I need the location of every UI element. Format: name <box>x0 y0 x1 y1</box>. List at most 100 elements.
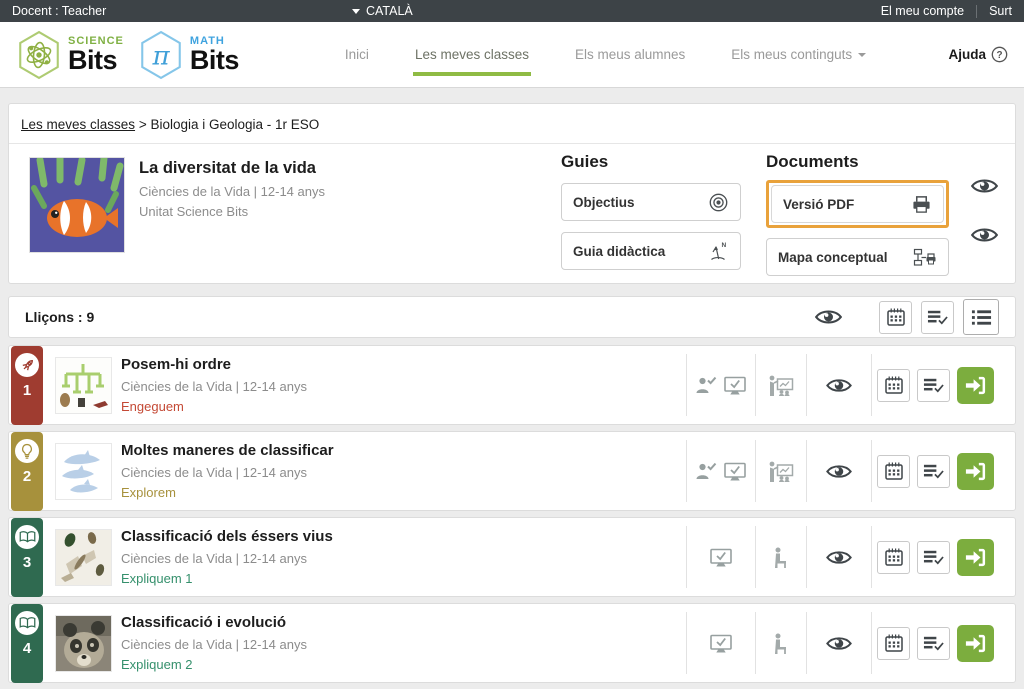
lesson-subject: Ciències de la Vida | 12-14 anys <box>121 379 307 394</box>
app-header: SCIENCE Bits π MATH Bits Inici Les meves… <box>0 22 1024 88</box>
enter-lesson-button[interactable] <box>957 367 994 404</box>
teaching-mode-column <box>755 518 806 596</box>
lesson-title[interactable]: Classificació i evolució <box>121 614 286 631</box>
svg-text:N: N <box>722 242 727 249</box>
lesson-thumbnail[interactable] <box>55 615 112 672</box>
my-account-link[interactable]: El meu compte <box>881 4 964 18</box>
unit-thumbnail[interactable] <box>29 157 125 253</box>
topbar-divider <box>976 5 977 18</box>
pdf-highlight-box: Versió PDF <box>766 180 949 228</box>
mapa-conceptual-button[interactable]: Mapa conceptual <box>766 238 949 276</box>
enter-arrow-icon <box>964 546 987 569</box>
assignment-status-column <box>686 518 755 596</box>
column-divider <box>871 612 872 674</box>
svg-text:?: ? <box>996 50 1002 61</box>
mapa-visibility-eye-icon[interactable] <box>971 226 998 244</box>
column-divider <box>871 354 872 416</box>
lesson-phase-label: Explorem <box>121 485 176 500</box>
lesson-tasks-button[interactable] <box>917 541 950 574</box>
versio-pdf-button[interactable]: Versió PDF <box>771 185 944 223</box>
schedule-lesson-button[interactable] <box>877 627 910 660</box>
svg-text:π: π <box>151 41 170 71</box>
lesson-visibility-eye-icon[interactable] <box>826 635 852 652</box>
lesson-visibility-eye-icon[interactable] <box>826 463 852 480</box>
list-check-icon <box>923 462 944 480</box>
lesson-visibility-column <box>806 518 871 596</box>
list-view-button[interactable] <box>963 299 999 335</box>
lesson-number: 3 <box>23 554 31 571</box>
lessons-visibility-eye-icon[interactable] <box>815 308 842 326</box>
lesson-tasks-button[interactable] <box>917 455 950 488</box>
lesson-thumbnail[interactable] <box>55 443 112 500</box>
lessons-list: 1 <box>8 345 1016 689</box>
math-bits-logo[interactable]: π MATH Bits <box>138 30 239 80</box>
teaching-mode-column <box>755 604 806 682</box>
lesson-title[interactable]: Classificació dels éssers vius <box>121 528 333 545</box>
nav-inici[interactable]: Inici <box>345 47 369 62</box>
lesson-actions-column <box>877 518 1013 596</box>
lesson-visibility-column <box>806 604 871 682</box>
nav-els-meus-continguts[interactable]: Els meus continguts <box>731 47 866 62</box>
compass-icon: N <box>709 241 729 262</box>
teacher-presentation-icon <box>767 461 794 482</box>
phase-badge <box>15 611 39 635</box>
tasks-view-button[interactable] <box>921 301 954 334</box>
concept-map-print-icon <box>913 248 937 267</box>
insect-collection-image <box>56 530 111 585</box>
documents-heading: Documents <box>766 152 949 172</box>
lesson-visibility-column <box>806 346 871 424</box>
lesson-phase-tab[interactable]: 4 <box>11 604 43 683</box>
objectius-button[interactable]: Objectius <box>561 183 741 221</box>
calendar-view-button[interactable] <box>879 301 912 334</box>
enter-lesson-button[interactable] <box>957 625 994 662</box>
lesson-phase-tab[interactable]: 2 <box>11 432 43 511</box>
logged-user-label: Docent : Teacher <box>12 4 106 18</box>
lesson-actions-column <box>877 432 1013 510</box>
help-circle-icon: ? <box>991 46 1008 63</box>
lesson-visibility-eye-icon[interactable] <box>826 549 852 566</box>
science-bits-logo[interactable]: SCIENCE Bits <box>16 30 124 80</box>
lesson-number: 2 <box>23 468 31 485</box>
logout-link[interactable]: Surt <box>989 4 1012 18</box>
lesson-row: 1 <box>8 345 1016 425</box>
lesson-tasks-button[interactable] <box>917 627 950 660</box>
guia-didactica-button[interactable]: Guia didàctica N <box>561 232 741 270</box>
calendar-icon <box>884 547 904 567</box>
mapa-wrap: Mapa conceptual <box>766 238 949 276</box>
enter-lesson-button[interactable] <box>957 539 994 576</box>
breadcrumb-classes-link[interactable]: Les meves classes <box>21 117 135 132</box>
student-check-icon <box>695 376 717 394</box>
lesson-thumbnail[interactable] <box>55 357 112 414</box>
screen-check-icon <box>709 548 733 567</box>
help-link[interactable]: Ajuda ? <box>948 46 1008 63</box>
lesson-row: 3 <box>8 517 1016 597</box>
bulleted-list-icon <box>971 308 992 327</box>
lesson-phase-tab[interactable]: 1 <box>11 346 43 425</box>
guides-heading: Guies <box>561 152 741 172</box>
science-logo-bits: Bits <box>68 47 124 74</box>
unit-subject: Ciències de la Vida | 12-14 anys <box>139 184 325 199</box>
seated-student-icon <box>772 547 789 568</box>
schedule-lesson-button[interactable] <box>877 541 910 574</box>
schedule-lesson-button[interactable] <box>877 455 910 488</box>
lesson-thumbnail[interactable] <box>55 529 112 586</box>
lesson-phase-tab[interactable]: 3 <box>11 518 43 597</box>
list-check-icon <box>923 634 944 652</box>
lesson-row: 2 <box>8 431 1016 511</box>
lesson-tasks-button[interactable] <box>917 369 950 402</box>
phase-badge <box>15 353 39 377</box>
language-selector[interactable]: CATALÀ <box>352 4 413 18</box>
nav-les-meves-classes[interactable]: Les meves classes <box>415 47 529 62</box>
nav-els-meus-alumnes[interactable]: Els meus alumnes <box>575 47 685 62</box>
screen-check-icon <box>709 634 733 653</box>
schedule-lesson-button[interactable] <box>877 369 910 402</box>
lesson-title[interactable]: Moltes maneres de classificar <box>121 442 334 459</box>
enter-lesson-button[interactable] <box>957 453 994 490</box>
calendar-icon <box>886 307 906 327</box>
list-check-icon <box>927 308 948 326</box>
pdf-visibility-eye-icon[interactable] <box>971 177 998 195</box>
lesson-visibility-eye-icon[interactable] <box>826 377 852 394</box>
pi-icon: π <box>138 30 184 80</box>
guides-section: Guies Objectius Guia didàctica N <box>561 152 741 270</box>
lesson-title[interactable]: Posem-hi ordre <box>121 356 231 373</box>
